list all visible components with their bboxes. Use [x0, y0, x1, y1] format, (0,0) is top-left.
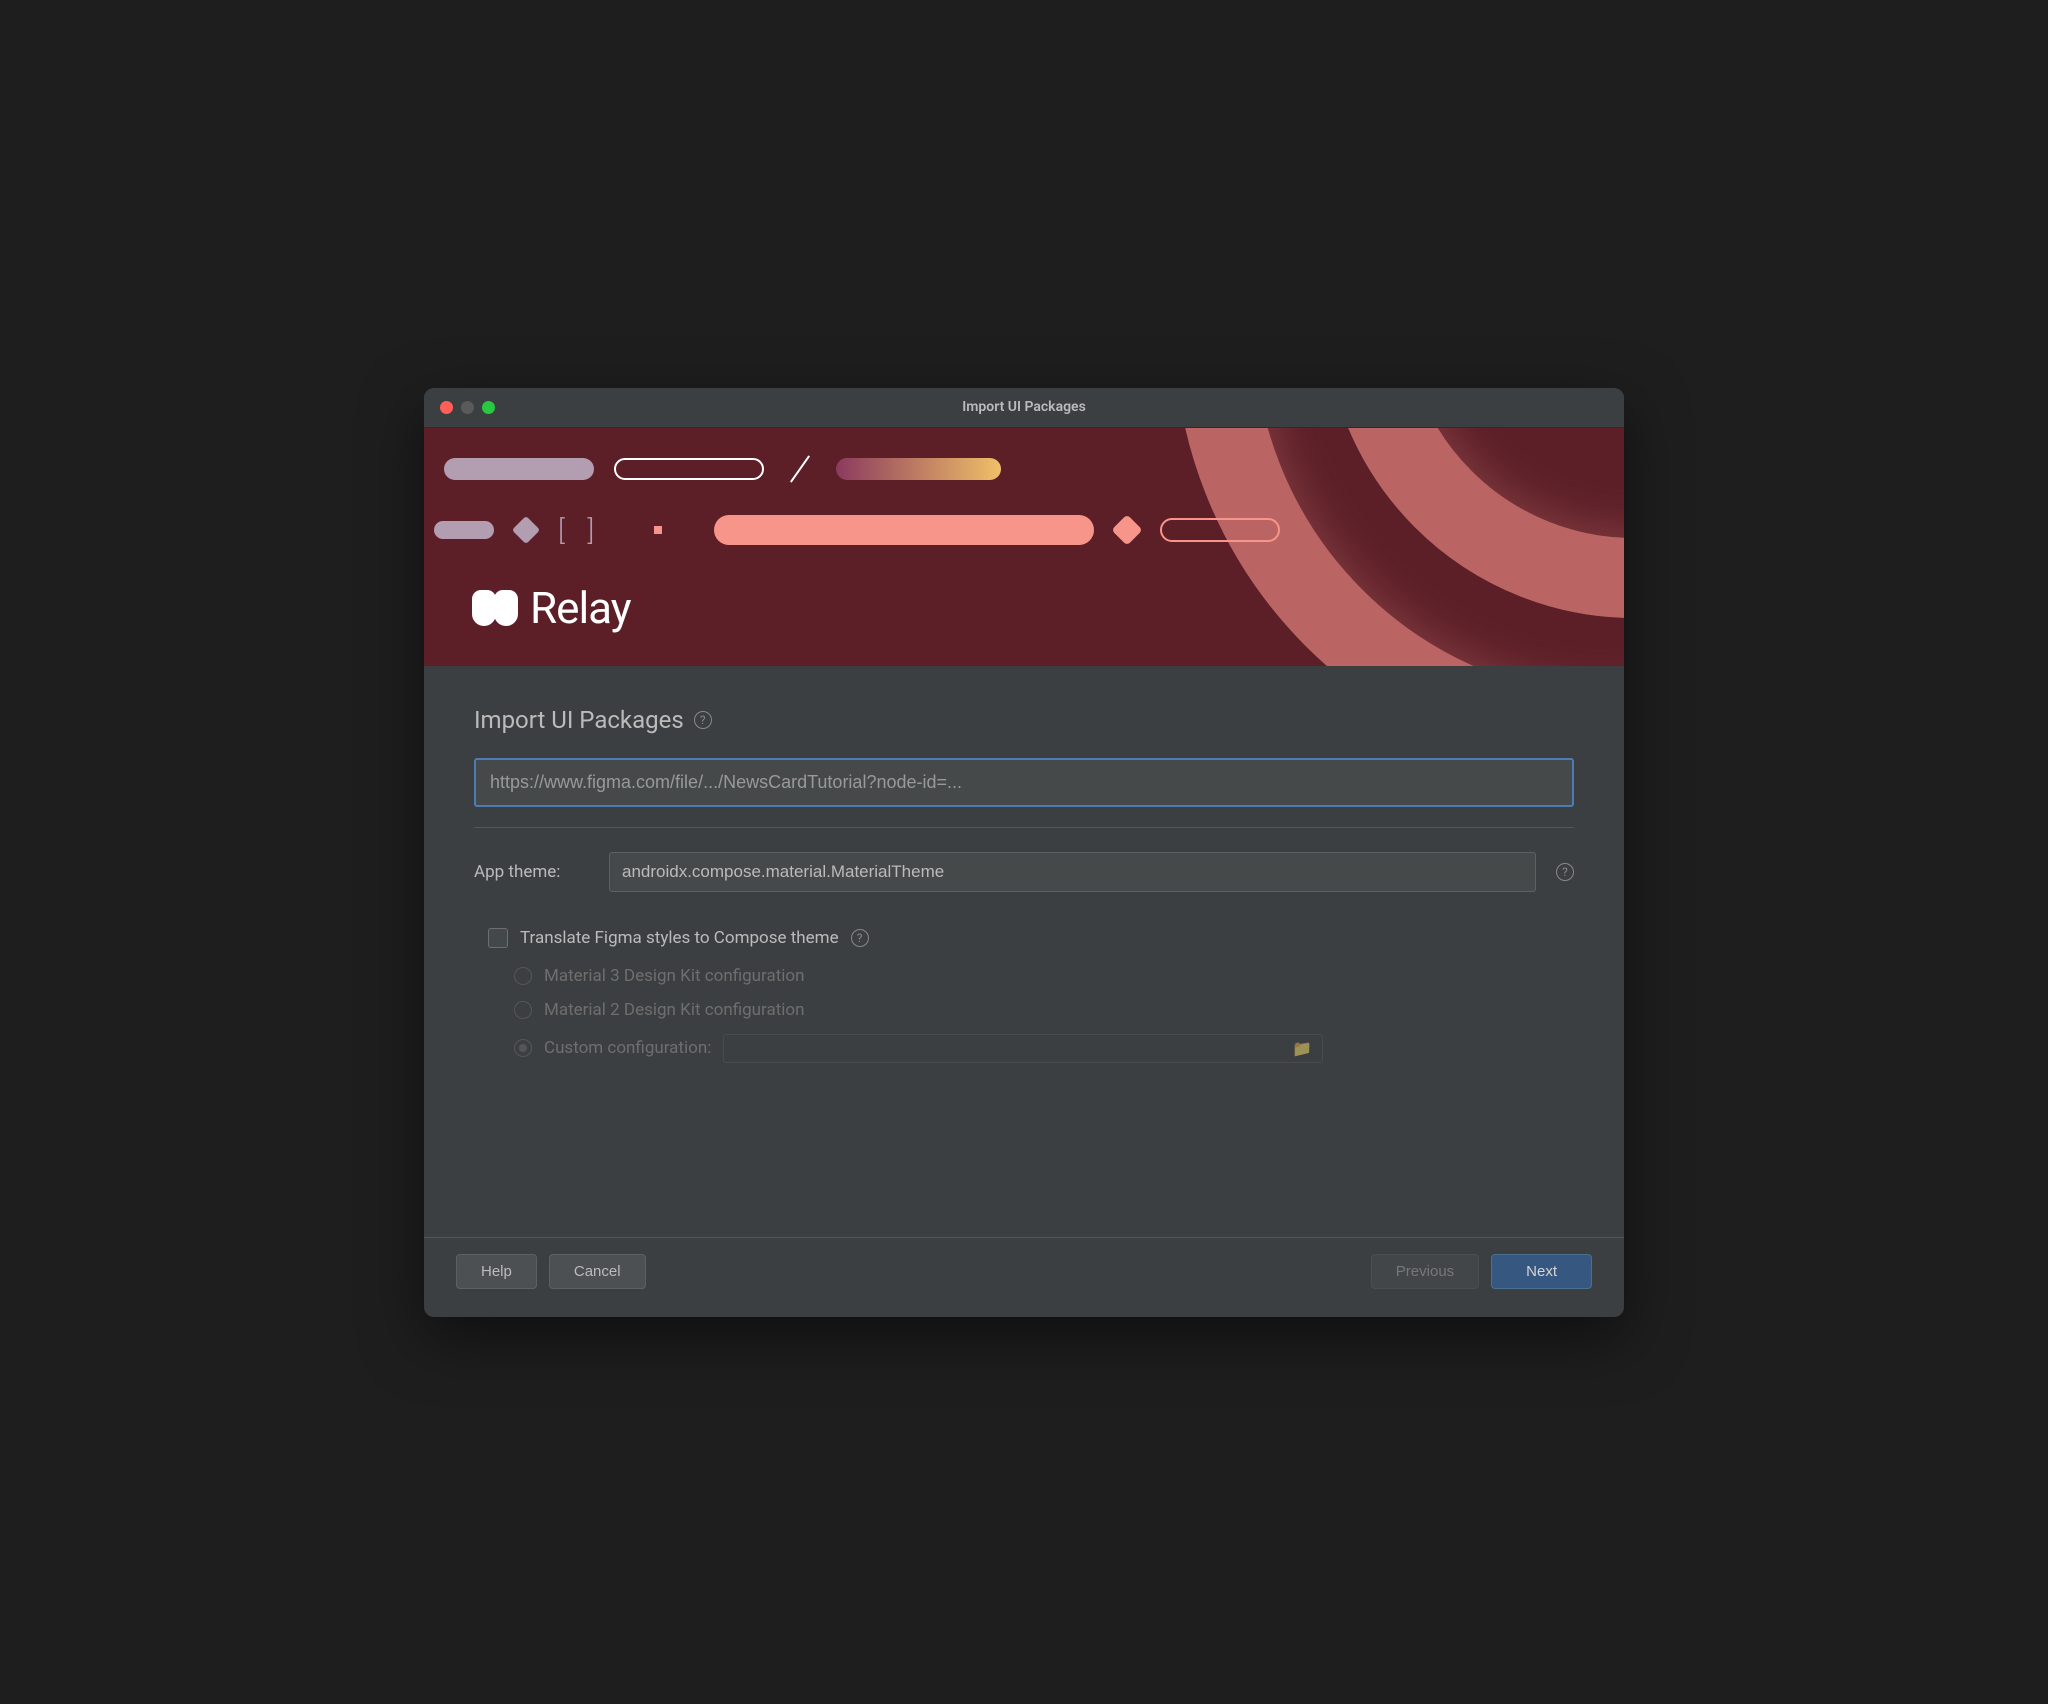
app-theme-input[interactable] [609, 852, 1536, 892]
section-title-row: Import UI Packages ? [474, 706, 1574, 734]
previous-button: Previous [1371, 1254, 1479, 1289]
banner-decoration-arcs [924, 428, 1624, 666]
radio-material2-row: Material 2 Design Kit configuration [514, 1000, 1574, 1020]
figma-url-input[interactable] [474, 758, 1574, 807]
radio-material3-row: Material 3 Design Kit configuration [514, 966, 1574, 986]
window-title: Import UI Packages [962, 399, 1086, 415]
radio-material2 [514, 1001, 532, 1019]
radio-custom-label: Custom configuration: [544, 1038, 711, 1058]
minimize-icon [461, 401, 474, 414]
divider [474, 827, 1574, 828]
relay-logo: Relay [472, 582, 631, 634]
radio-custom [514, 1039, 532, 1057]
app-theme-row: App theme: ? [474, 852, 1574, 892]
radio-custom-row: Custom configuration: 📁 [514, 1034, 1574, 1063]
close-icon[interactable] [440, 401, 453, 414]
radio-material3-label: Material 3 Design Kit configuration [544, 966, 805, 986]
folder-icon: 📁 [1292, 1039, 1312, 1058]
traffic-lights [440, 401, 495, 414]
banner-shapes-row-2: [ ] [434, 514, 1280, 547]
translate-checkbox-row: Translate Figma styles to Compose theme … [488, 928, 1574, 948]
content-area: Import UI Packages ? App theme: ? Transl… [424, 666, 1624, 1237]
help-icon[interactable]: ? [851, 929, 869, 947]
help-button[interactable]: Help [456, 1254, 537, 1289]
cancel-button[interactable]: Cancel [549, 1254, 646, 1289]
config-radio-group: Material 3 Design Kit configuration Mate… [514, 966, 1574, 1063]
next-button[interactable]: Next [1491, 1254, 1592, 1289]
translate-checkbox-label: Translate Figma styles to Compose theme [520, 928, 839, 948]
titlebar: Import UI Packages [424, 388, 1624, 428]
translate-checkbox[interactable] [488, 928, 508, 948]
custom-config-input [734, 1040, 1292, 1057]
dialog-window: Import UI Packages [ ] Relay Imp [424, 388, 1624, 1317]
app-theme-label: App theme: [474, 862, 589, 882]
banner: [ ] Relay [424, 428, 1624, 666]
radio-material3 [514, 967, 532, 985]
radio-material2-label: Material 2 Design Kit configuration [544, 1000, 805, 1020]
section-title: Import UI Packages [474, 706, 684, 734]
help-icon[interactable]: ? [694, 711, 712, 729]
custom-config-input-wrap: 📁 [723, 1034, 1323, 1063]
help-icon[interactable]: ? [1556, 863, 1574, 881]
relay-logo-text: Relay [530, 582, 631, 634]
maximize-icon[interactable] [482, 401, 495, 414]
relay-icon [472, 590, 520, 626]
banner-shapes-row-1 [444, 458, 1001, 480]
footer: Help Cancel Previous Next [424, 1237, 1624, 1317]
